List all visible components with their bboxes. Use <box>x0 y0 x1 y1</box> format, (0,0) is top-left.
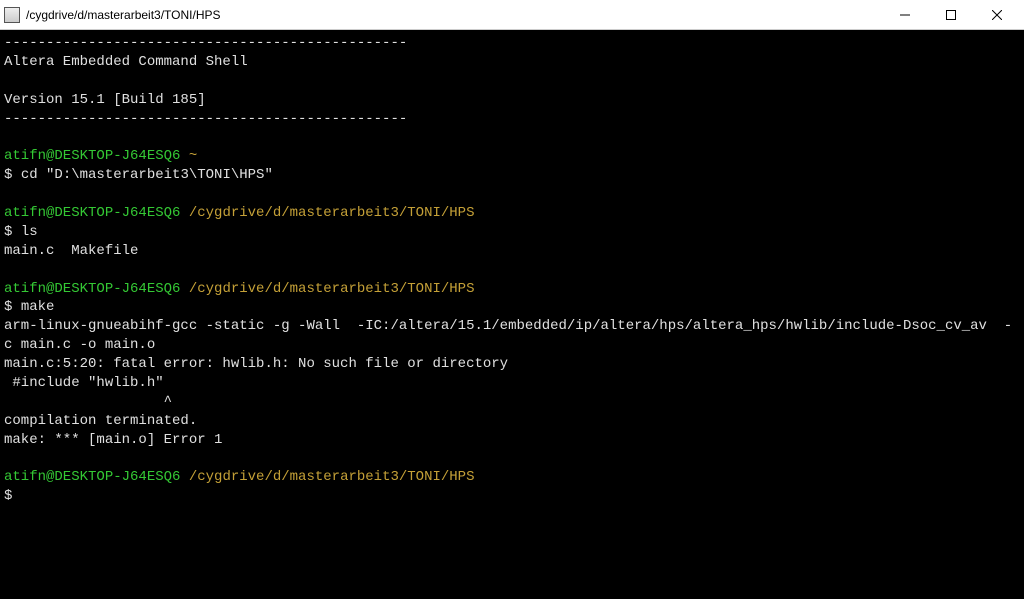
prompt-symbol: $ <box>4 167 21 183</box>
error-line: main.c:5:20: fatal error: hwlib.h: No su… <box>4 356 508 372</box>
prompt-userhost: atifn@DESKTOP-J64ESQ6 <box>4 281 180 297</box>
close-button[interactable] <box>974 0 1020 30</box>
ls-output: main.c Makefile <box>4 243 138 259</box>
window-title: /cygdrive/d/masterarbeit3/TONI/HPS <box>26 8 882 22</box>
terminal-body[interactable]: ----------------------------------------… <box>0 30 1024 599</box>
version-line: Version 15.1 [Build 185] <box>4 92 206 108</box>
separator-line: ----------------------------------------… <box>4 35 407 51</box>
prompt-path: ~ <box>180 148 197 164</box>
prompt-path: /cygdrive/d/masterarbeit3/TONI/HPS <box>180 205 474 221</box>
window-titlebar: /cygdrive/d/masterarbeit3/TONI/HPS <box>0 0 1024 30</box>
command-make: make <box>21 299 55 315</box>
terminal-icon <box>4 7 20 23</box>
error-line: compilation terminated. <box>4 413 197 429</box>
prompt-symbol: $ <box>4 224 21 240</box>
maximize-button[interactable] <box>928 0 974 30</box>
make-output-line: c main.c -o main.o <box>4 337 155 353</box>
prompt-path: /cygdrive/d/masterarbeit3/TONI/HPS <box>180 469 474 485</box>
error-line: make: *** [main.o] Error 1 <box>4 432 222 448</box>
banner-line: Altera Embedded Command Shell <box>4 54 248 70</box>
error-caret: ^ <box>4 394 172 410</box>
prompt-userhost: atifn@DESKTOP-J64ESQ6 <box>4 205 180 221</box>
error-line: #include "hwlib.h" <box>4 375 164 391</box>
separator-line: ----------------------------------------… <box>4 111 407 127</box>
command-cd: cd "D:\masterarbeit3\TONI\HPS" <box>21 167 273 183</box>
window-controls <box>882 0 1020 30</box>
prompt-userhost: atifn@DESKTOP-J64ESQ6 <box>4 148 180 164</box>
minimize-button[interactable] <box>882 0 928 30</box>
prompt-symbol: $ <box>4 299 21 315</box>
command-ls: ls <box>21 224 38 240</box>
prompt-userhost: atifn@DESKTOP-J64ESQ6 <box>4 469 180 485</box>
make-output-line: arm-linux-gnueabihf-gcc -static -g -Wall… <box>4 318 1012 334</box>
prompt-symbol: $ <box>4 488 21 504</box>
prompt-path: /cygdrive/d/masterarbeit3/TONI/HPS <box>180 281 474 297</box>
